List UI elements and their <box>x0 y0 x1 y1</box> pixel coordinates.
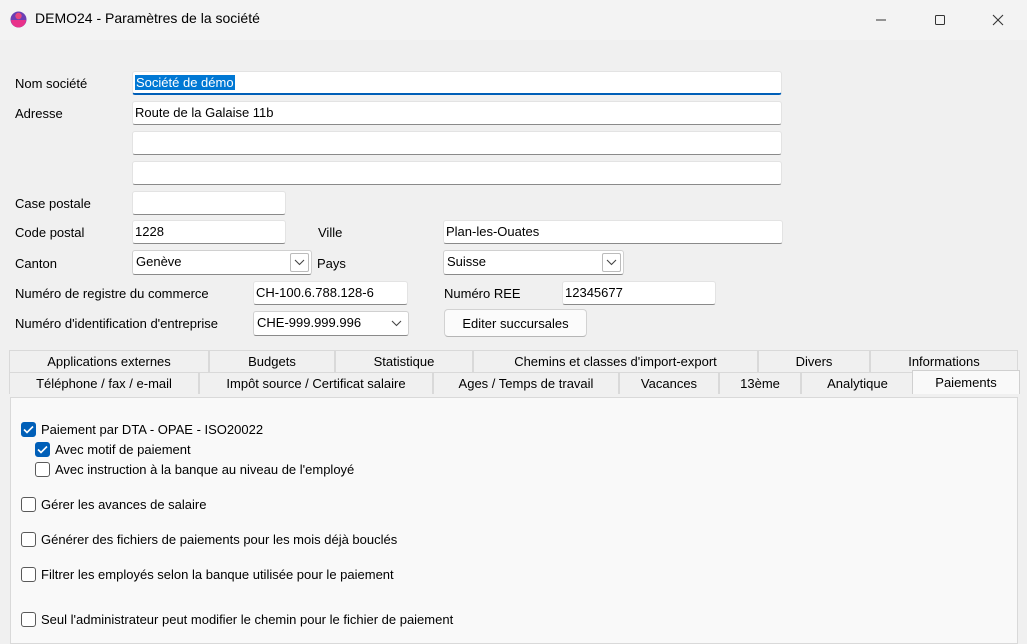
chk-avances-salaire[interactable]: Gérer les avances de salaire <box>21 497 206 512</box>
pays-select[interactable]: Suisse <box>443 250 624 275</box>
canton-dropdown-button[interactable] <box>290 253 309 272</box>
ville-field[interactable]: Plan-les-Ouates <box>443 220 783 244</box>
registre-commerce-field[interactable]: CH-100.6.788.128-6 <box>253 281 408 305</box>
pays-label: Pays <box>317 256 346 271</box>
minimize-icon <box>876 19 886 21</box>
chevron-down-icon <box>294 259 305 266</box>
maximize-icon <box>935 15 945 25</box>
tab-vacances[interactable]: Vacances <box>619 372 719 394</box>
checkbox[interactable] <box>21 567 36 582</box>
checkbox[interactable] <box>21 422 36 437</box>
checkbox-label: Avec motif de paiement <box>55 442 191 457</box>
nom-societe-label: Nom société <box>15 76 88 91</box>
checkbox-label: Filtrer les employés selon la banque uti… <box>41 567 394 582</box>
checkbox-label: Seul l'administrateur peut modifier le c… <box>41 612 454 627</box>
checkmark-icon <box>23 425 34 434</box>
checkbox-label: Avec instruction à la banque au niveau d… <box>55 462 355 477</box>
maximize-button[interactable] <box>912 0 968 40</box>
chevron-down-icon <box>606 259 617 266</box>
adresse-line2-field[interactable] <box>132 131 782 155</box>
close-icon <box>992 14 1004 26</box>
chk-fichiers-mois-boucles[interactable]: Générer des fichiers de paiements pour l… <box>21 532 397 547</box>
chk-paiement-dta[interactable]: Paiement par DTA - OPAE - ISO20022 <box>21 422 263 437</box>
code-postal-field[interactable]: 1228 <box>132 220 286 244</box>
canton-value: Genève <box>136 254 182 269</box>
nom-societe-field[interactable]: Société de démo <box>132 71 782 95</box>
checkbox-label: Générer des fichiers de paiements pour l… <box>41 532 398 547</box>
numero-ree-label: Numéro REE <box>444 286 521 301</box>
tab-ages-temps-travail[interactable]: Ages / Temps de travail <box>433 372 619 394</box>
case-postale-field[interactable] <box>132 191 286 215</box>
tab-budgets[interactable]: Budgets <box>209 350 335 372</box>
adresse-line3-field[interactable] <box>132 161 782 185</box>
chevron-down-icon <box>391 320 402 327</box>
minimize-button[interactable] <box>853 0 909 40</box>
chk-filtrer-employes-banque[interactable]: Filtrer les employés selon la banque uti… <box>21 567 394 582</box>
canton-select[interactable]: Genève <box>132 250 312 275</box>
checkbox[interactable] <box>21 612 36 627</box>
checkbox-label: Gérer les avances de salaire <box>41 497 207 512</box>
checkbox[interactable] <box>35 462 50 477</box>
tab-divers[interactable]: Divers <box>758 350 870 372</box>
checkmark-icon <box>37 445 48 454</box>
tab-informations[interactable]: Informations <box>870 350 1018 372</box>
ide-value: CHE-999.999.996 <box>257 315 362 330</box>
tab-impot-source[interactable]: Impôt source / Certificat salaire <box>199 372 433 394</box>
main-content: Nom société Société de démo Adresse Rout… <box>0 40 1027 644</box>
app-logo-icon <box>10 11 27 28</box>
chk-instruction-banque[interactable]: Avec instruction à la banque au niveau d… <box>35 462 354 477</box>
checkbox[interactable] <box>21 532 36 547</box>
title-bar: DEMO24 - Paramètres de la société <box>0 0 1027 40</box>
chk-admin-chemin-fichier[interactable]: Seul l'administrateur peut modifier le c… <box>21 612 453 627</box>
close-button[interactable] <box>970 0 1026 40</box>
chk-motif-paiement[interactable]: Avec motif de paiement <box>35 442 191 457</box>
window-title: DEMO24 - Paramètres de la société <box>35 10 260 26</box>
ville-label: Ville <box>318 225 343 240</box>
tab-paiements[interactable]: Paiements <box>912 370 1020 394</box>
code-postal-label: Code postal <box>15 225 85 240</box>
tab-chemins-import-export[interactable]: Chemins et classes d'import-export <box>473 350 758 372</box>
tab-analytique[interactable]: Analytique <box>801 372 914 394</box>
tab-statistique[interactable]: Statistique <box>335 350 473 372</box>
adresse-label: Adresse <box>15 106 63 121</box>
nom-societe-value: Société de démo <box>135 75 235 90</box>
checkbox-label: Paiement par DTA - OPAE - ISO20022 <box>41 422 264 437</box>
canton-label: Canton <box>15 256 57 271</box>
checkbox[interactable] <box>21 497 36 512</box>
adresse-line1-field[interactable]: Route de la Galaise 11b <box>132 101 782 125</box>
pays-dropdown-button[interactable] <box>602 253 621 272</box>
checkbox[interactable] <box>35 442 50 457</box>
ide-dropdown-button[interactable] <box>387 314 406 333</box>
registre-commerce-label: Numéro de registre du commerce <box>15 286 209 301</box>
ide-select[interactable]: CHE-999.999.996 <box>253 311 409 336</box>
pays-value: Suisse <box>447 254 487 269</box>
numero-ree-field[interactable]: 12345677 <box>562 281 716 305</box>
tab-telephone-fax-email[interactable]: Téléphone / fax / e-mail <box>9 372 199 394</box>
editer-succursales-button[interactable]: Editer succursales <box>444 309 587 337</box>
tab-applications-externes[interactable]: Applications externes <box>9 350 209 372</box>
tab-13eme[interactable]: 13ème <box>719 372 801 394</box>
ide-label: Numéro d'identification d'entreprise <box>15 316 218 331</box>
case-postale-label: Case postale <box>15 196 91 211</box>
